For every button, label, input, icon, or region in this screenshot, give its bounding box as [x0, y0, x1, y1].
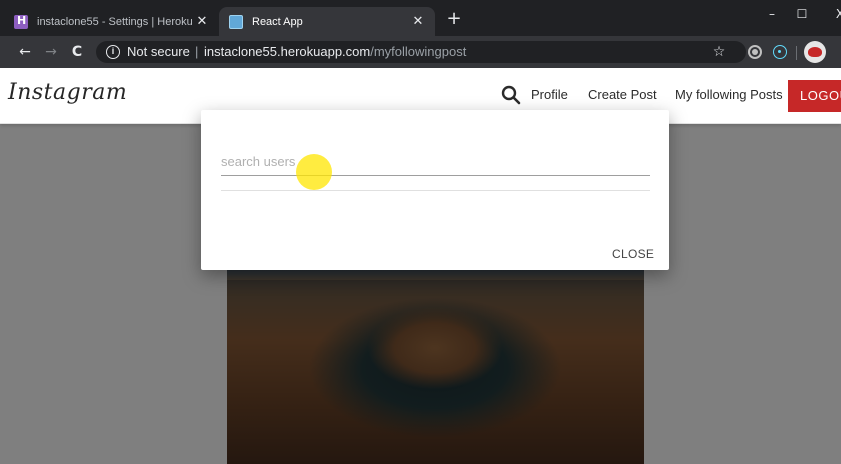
new-tab-button[interactable]: +: [443, 9, 465, 31]
toolbar-divider: [796, 46, 797, 60]
minimize-button[interactable]: –: [760, 4, 784, 24]
tab-heroku-settings[interactable]: instaclone55 - Settings | Heroku ✕: [4, 7, 219, 36]
search-users-modal: [201, 110, 669, 270]
tab-title: React App: [252, 15, 303, 28]
address-bar[interactable]: i Not secure | instaclone55.herokuapp.co…: [96, 41, 746, 63]
search-icon[interactable]: [500, 84, 522, 106]
url-path: /myfollowingpost: [370, 44, 467, 59]
tab-close-icon[interactable]: ✕: [193, 14, 211, 29]
security-status: Not secure: [127, 44, 190, 59]
extension-icon[interactable]: [748, 45, 762, 59]
close-window-button[interactable]: X: [828, 4, 841, 24]
browser-tab-strip: instaclone55 - Settings | Heroku ✕ React…: [0, 0, 841, 36]
mouse-cursor-highlight: [296, 154, 332, 190]
search-users-input[interactable]: [221, 148, 650, 176]
brand-logo[interactable]: Instagram: [8, 80, 127, 105]
react-icon: [229, 14, 243, 29]
react-devtools-icon[interactable]: [773, 45, 787, 59]
address-separator: |: [195, 44, 199, 59]
url-host: instaclone55.herokuapp.com: [204, 44, 371, 59]
browser-profile-avatar[interactable]: [804, 41, 826, 63]
nav-link-create-post[interactable]: Create Post: [588, 87, 657, 102]
browser-toolbar: ← → C i Not secure | instaclone55.heroku…: [0, 36, 841, 68]
results-divider: [221, 190, 650, 191]
tab-react-app[interactable]: React App ✕: [219, 7, 435, 36]
logout-button[interactable]: LOGOUT: [788, 80, 841, 112]
modal-close-button[interactable]: CLOSE: [612, 247, 654, 261]
nav-link-following-posts[interactable]: My following Posts: [675, 87, 783, 102]
back-button[interactable]: ←: [14, 41, 36, 63]
page-viewport: Instagram Profile Create Post My followi…: [0, 68, 841, 464]
tab-title: instaclone55 - Settings | Heroku: [37, 15, 193, 28]
forward-button[interactable]: →: [40, 41, 62, 63]
info-icon[interactable]: i: [106, 45, 120, 59]
nav-link-profile[interactable]: Profile: [531, 87, 568, 102]
maximize-button[interactable]: ☐: [790, 4, 814, 24]
bookmark-star-icon[interactable]: ☆: [708, 41, 730, 63]
tab-close-icon[interactable]: ✕: [409, 14, 427, 29]
heroku-icon: [14, 14, 28, 29]
reload-button[interactable]: C: [66, 41, 88, 63]
url-text: instaclone55.herokuapp.com/myfollowingpo…: [204, 41, 466, 63]
